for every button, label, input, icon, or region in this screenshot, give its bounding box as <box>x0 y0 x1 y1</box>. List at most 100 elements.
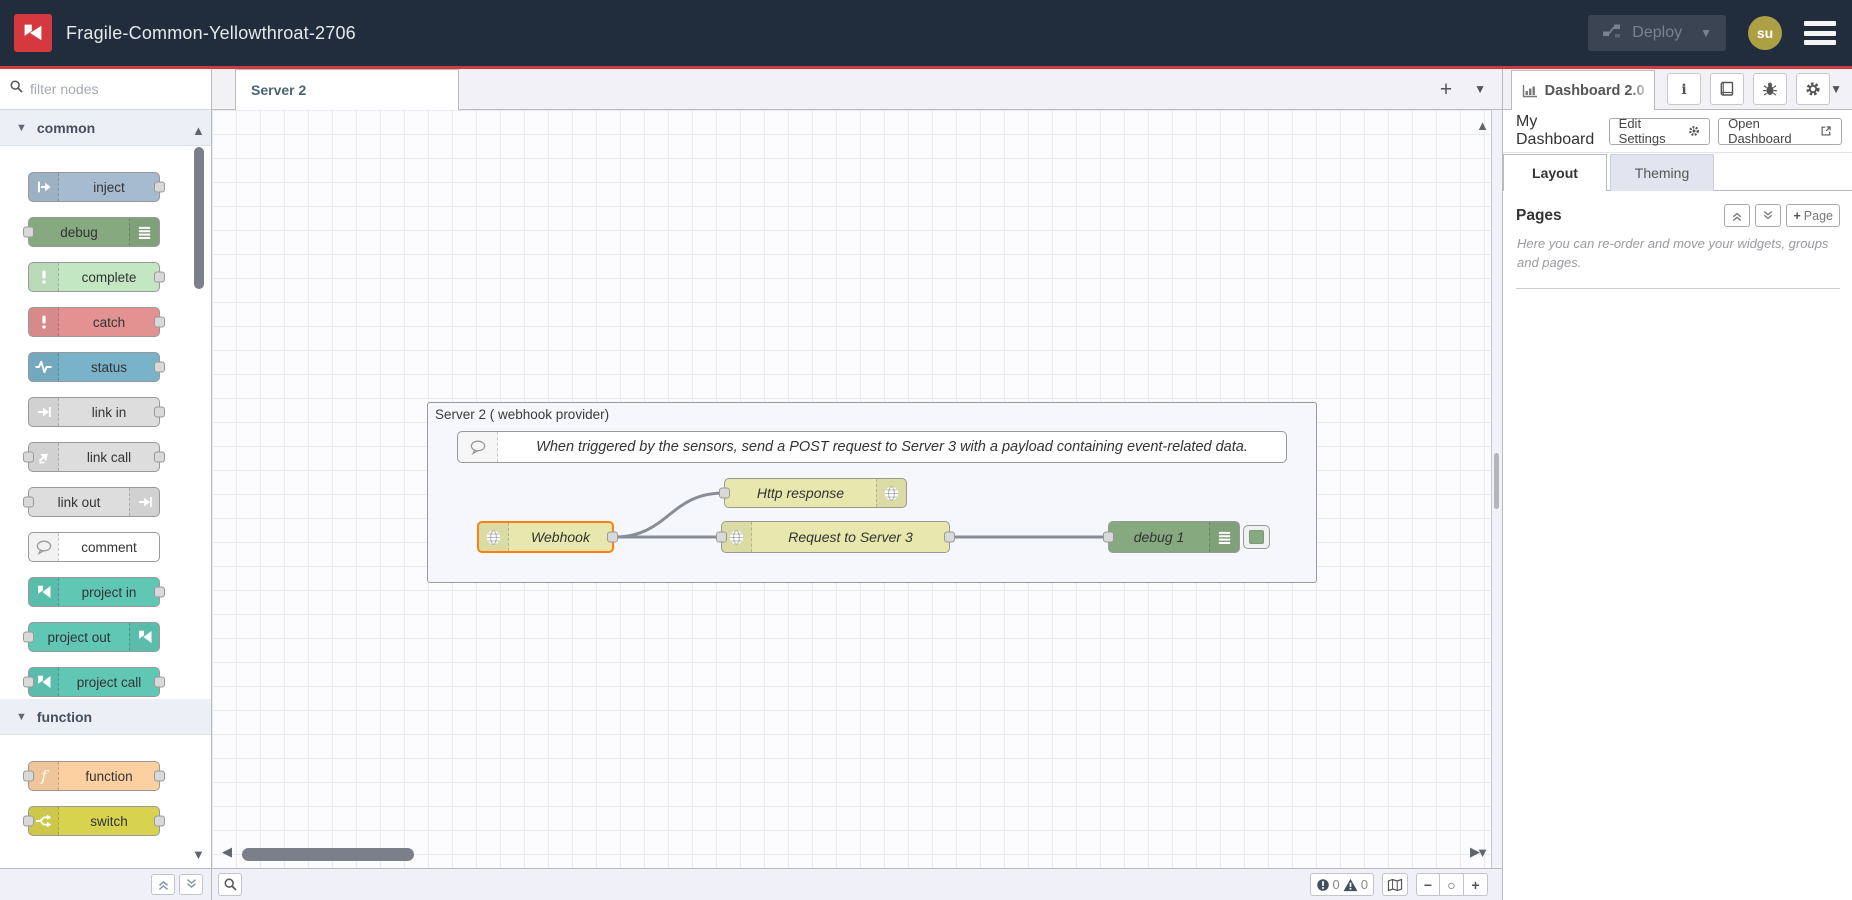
tab-debug[interactable] <box>1753 73 1787 105</box>
node-output-port[interactable] <box>607 532 618 543</box>
palette-node-project-call[interactable]: project call <box>28 667 160 697</box>
node-output-port[interactable] <box>154 362 165 373</box>
open-dashboard-button[interactable]: Open Dashboard <box>1718 118 1842 145</box>
palette-node-project-out[interactable]: project out <box>28 622 160 652</box>
node-output-port[interactable] <box>154 317 165 328</box>
palette-node-project-in[interactable]: project in <box>28 577 160 607</box>
flow-tab-server-2[interactable]: Server 2 <box>235 69 459 110</box>
info-icon: i <box>1680 81 1688 97</box>
palette-node-comment[interactable]: comment <box>28 532 160 562</box>
node-input-port[interactable] <box>23 677 34 688</box>
node-input-port[interactable] <box>23 816 34 827</box>
palette-node-inject[interactable]: inject <box>28 172 160 202</box>
main-menu-button[interactable] <box>1804 21 1836 45</box>
flow-node-debug-1[interactable]: debug 1 <box>1108 521 1240 553</box>
palette-category-common[interactable]: ▼common <box>0 110 211 146</box>
palette-node-complete[interactable]: complete <box>28 262 160 292</box>
deploy-button[interactable]: Deploy ▼ <box>1588 15 1726 51</box>
scroll-up-icon[interactable]: ▲ <box>192 123 205 138</box>
node-input-port[interactable] <box>23 632 34 643</box>
node-input-port[interactable] <box>23 497 34 508</box>
node-output-port[interactable] <box>154 816 165 827</box>
node-output-port[interactable] <box>944 532 955 543</box>
search-icon <box>10 80 23 98</box>
palette-node-label: comment <box>59 533 159 561</box>
move-page-up-button[interactable] <box>1724 204 1750 227</box>
node-output-port[interactable] <box>154 272 165 283</box>
palette-scrollbar[interactable]: ▲ ▼ <box>192 121 206 864</box>
palette-category-function[interactable]: ▼function <box>0 699 211 735</box>
comment-icon <box>469 439 487 455</box>
zoom-out-button[interactable]: − <box>1416 873 1440 896</box>
tab-layout[interactable]: Layout <box>1503 154 1607 191</box>
navigator-button[interactable] <box>1382 873 1408 896</box>
canvas-search-button[interactable] <box>218 873 242 896</box>
sidebar-tabs-caret-icon[interactable]: ▼ <box>1830 82 1842 109</box>
flow-list-caret-icon[interactable]: ▼ <box>1474 82 1486 96</box>
tab-dashboard-2[interactable]: Dashboard 2.0 <box>1511 70 1655 110</box>
canvas-vertical-scrollbar-thumb[interactable] <box>1494 453 1499 509</box>
dashboard-title: My Dashboard <box>1516 113 1609 149</box>
canvas-horizontal-scrollbar-thumb[interactable] <box>242 848 414 861</box>
palette-node-link-in[interactable]: link in <box>28 397 160 427</box>
deploy-label: Deploy <box>1632 24 1682 42</box>
palette-node-label: link call <box>59 443 159 471</box>
debug-toggle-button[interactable] <box>1243 525 1270 549</box>
user-avatar[interactable]: su <box>1748 16 1782 50</box>
flow-node-http-response[interactable]: Http response <box>724 478 907 508</box>
flow-node-webhook[interactable]: Webhook <box>477 521 614 553</box>
node-output-port[interactable] <box>154 182 165 193</box>
node-input-port[interactable] <box>23 771 34 782</box>
add-page-button[interactable]: + Page <box>1786 204 1840 227</box>
switch-icon <box>35 813 52 829</box>
flow-node-request-to-server-3[interactable]: Request to Server 3 <box>721 521 950 553</box>
zoom-in-button[interactable]: + <box>1464 873 1488 896</box>
palette-search[interactable] <box>0 69 211 110</box>
zoom-reset-button[interactable]: ○ <box>1440 873 1464 896</box>
node-input-port[interactable] <box>719 488 730 499</box>
deploy-dropdown-caret-icon[interactable]: ▼ <box>1700 26 1712 40</box>
warning-count: 0 <box>1361 877 1368 892</box>
palette-node-catch[interactable]: catch <box>28 307 160 337</box>
node-input-port[interactable] <box>23 227 34 238</box>
palette-node-status[interactable]: status <box>28 352 160 382</box>
node-input-port[interactable] <box>716 532 727 543</box>
flow-canvas[interactable]: Server 2 ( webhook provider) When trigge… <box>212 110 1502 868</box>
comment-text: When triggered by the sensors, send a PO… <box>498 432 1286 462</box>
canvas-scroll-up-icon[interactable]: ▲ <box>1476 118 1489 133</box>
error-icon <box>1316 878 1330 892</box>
tab-info[interactable]: i <box>1667 73 1701 105</box>
node-output-port[interactable] <box>154 677 165 688</box>
palette-search-input[interactable] <box>30 81 170 97</box>
canvas-scroll-right-icon[interactable]: ▶ <box>1470 844 1480 860</box>
group-label: Server 2 ( webhook provider) <box>428 403 616 426</box>
edit-settings-button[interactable]: Edit Settings <box>1609 118 1710 145</box>
palette-node-link-out[interactable]: link out <box>28 487 160 517</box>
palette-node-debug[interactable]: debug <box>28 217 160 247</box>
expand-all-button[interactable] <box>179 874 203 895</box>
palette-node-switch[interactable]: switch <box>28 806 160 836</box>
project-icon <box>36 674 52 690</box>
palette-node-link-call[interactable]: link call <box>28 442 160 472</box>
node-input-port[interactable] <box>23 452 34 463</box>
sidebar: Dashboard 2.0 i ▼ <box>1502 69 1852 900</box>
notifications-counter-button[interactable]: 0 0 <box>1310 873 1374 896</box>
canvas-scroll-left-icon[interactable]: ◀ <box>222 844 232 860</box>
external-link-icon <box>1820 124 1832 138</box>
palette-node-label: function <box>59 762 159 790</box>
tab-help[interactable] <box>1710 73 1744 105</box>
node-output-port[interactable] <box>154 587 165 598</box>
palette-scrollbar-thumb[interactable] <box>194 147 204 289</box>
node-output-port[interactable] <box>154 452 165 463</box>
add-flow-button[interactable]: + <box>1440 79 1452 100</box>
node-output-port[interactable] <box>154 407 165 418</box>
tab-theming[interactable]: Theming <box>1610 154 1714 191</box>
palette-node-function[interactable]: ffunction <box>28 761 160 791</box>
move-page-down-button[interactable] <box>1755 204 1781 227</box>
collapse-all-button[interactable] <box>151 874 175 895</box>
flow-node-comment[interactable]: When triggered by the sensors, send a PO… <box>457 431 1287 463</box>
tab-config[interactable] <box>1796 73 1830 105</box>
node-output-port[interactable] <box>154 771 165 782</box>
node-input-port[interactable] <box>1103 532 1114 543</box>
scroll-down-icon[interactable]: ▼ <box>192 847 205 862</box>
